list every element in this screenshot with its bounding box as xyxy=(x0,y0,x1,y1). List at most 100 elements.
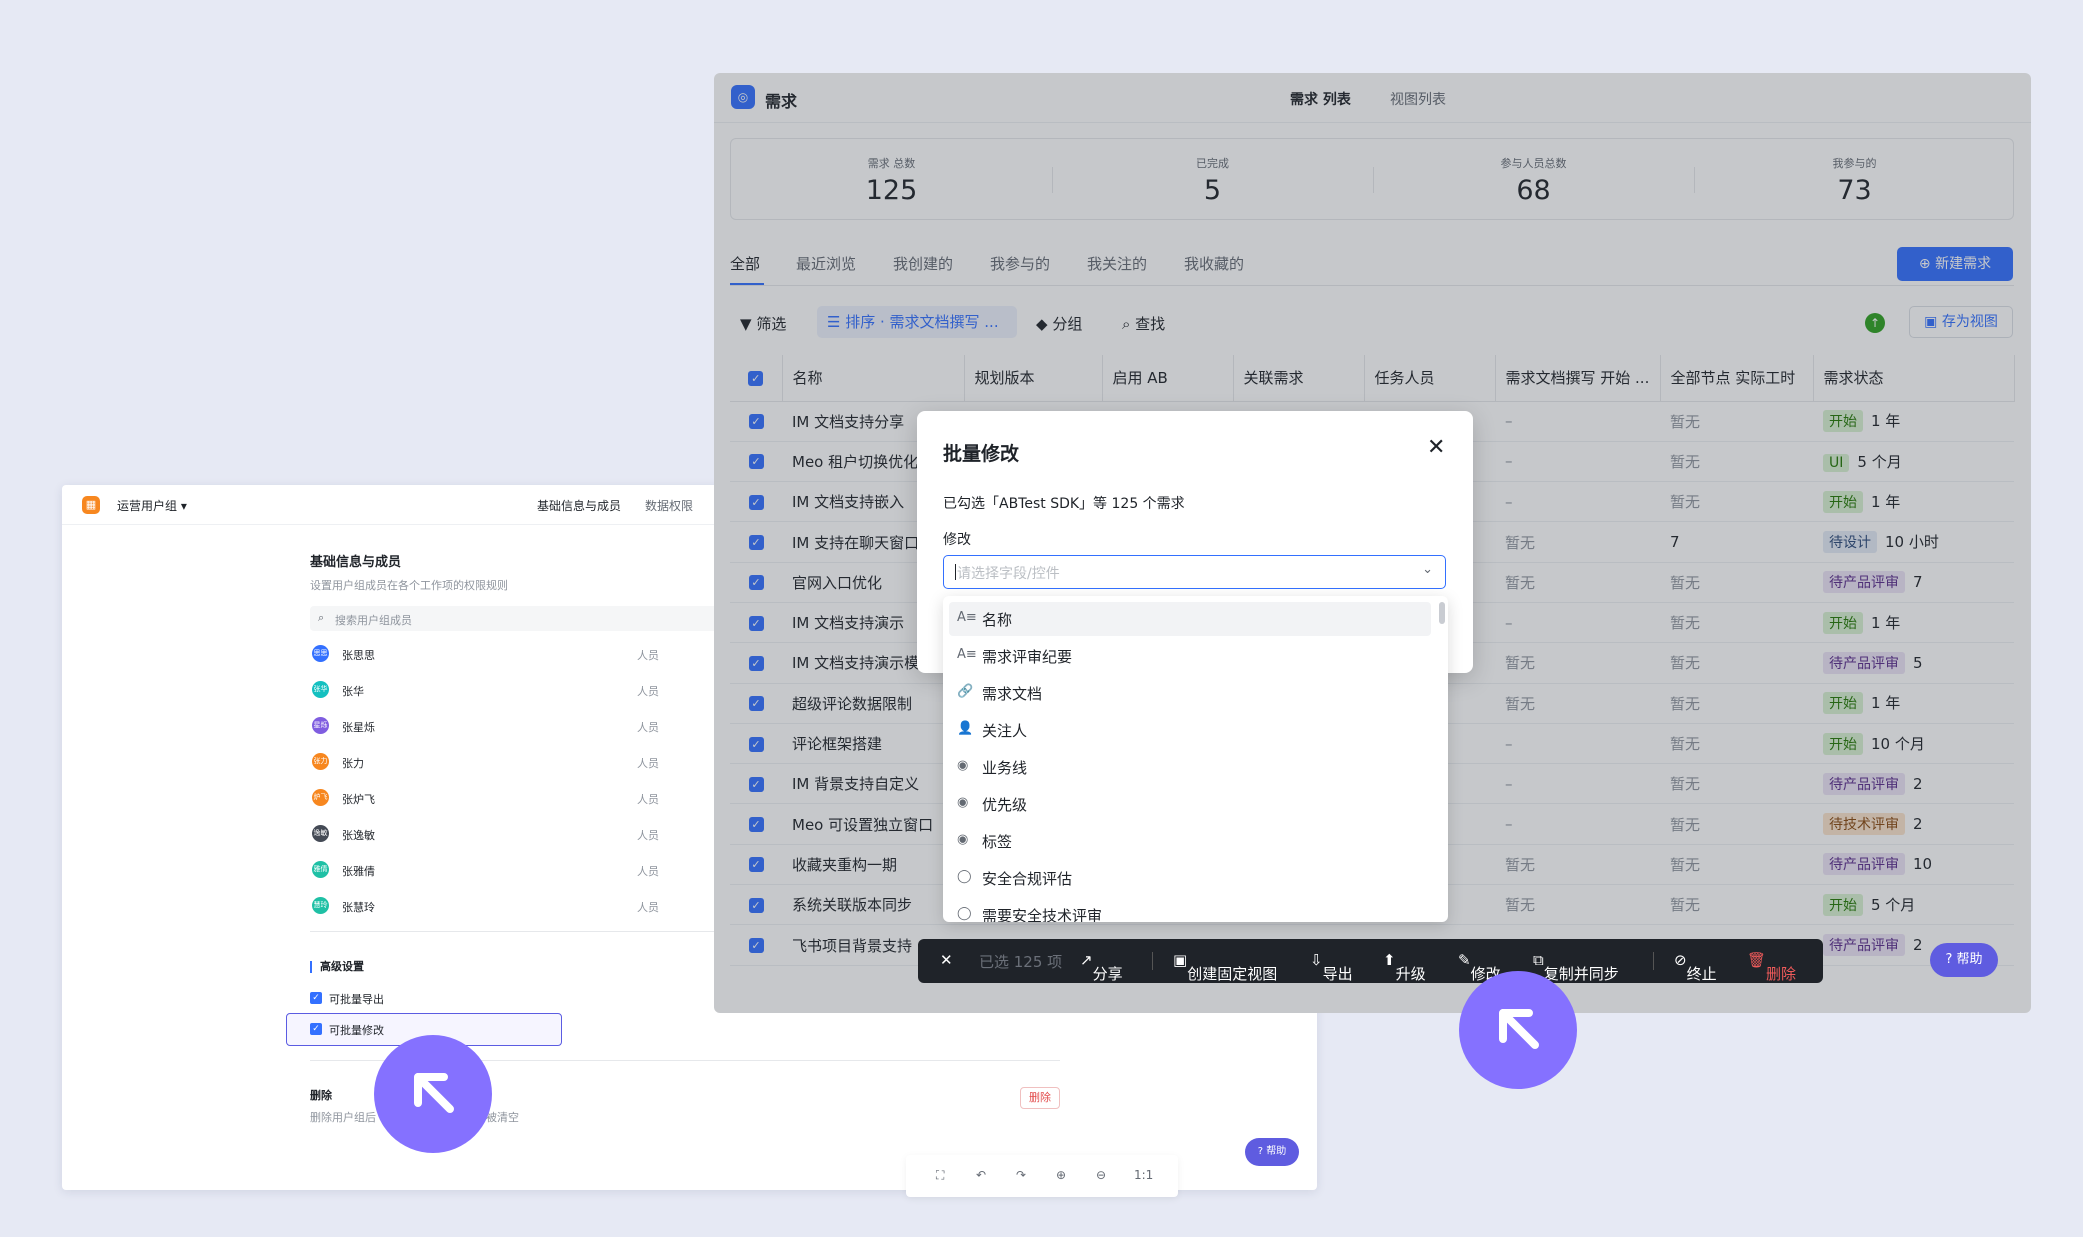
batch-modify-label: 可批量修改 xyxy=(329,1024,384,1037)
dropdown-option[interactable]: ◉ 优先级 xyxy=(949,787,1431,821)
dropdown-option[interactable]: ◉ 标签 xyxy=(949,824,1431,858)
zoom-in-icon[interactable]: ⊕ xyxy=(1056,1168,1066,1182)
dialog-title: 批量修改 xyxy=(943,443,1020,465)
selected-summary: 已勾选「ABTest SDK」等 125 个需求 xyxy=(943,496,1185,512)
delete-desc-start: 删除用户组后 xyxy=(310,1111,376,1124)
option-label: 需求评审纪要 xyxy=(982,648,1073,666)
zoom-out-icon[interactable]: ⊖ xyxy=(1096,1168,1106,1182)
member-name: 张华 xyxy=(342,685,364,698)
field-dropdown: A≡ 名称 A≡ 需求评审纪要 🔗 需求文档 👤 关注人 ◉ 业务线 ◉ 优先级 ◉ 标签 ◯ 安全合规评估 ◯… xyxy=(943,596,1448,922)
member-name: 张雅倩 xyxy=(342,865,375,878)
copy-sync-button[interactable]: ⧉ 复制并同步 xyxy=(1533,951,1619,983)
avatar: 慧玲 xyxy=(312,897,329,914)
terminate-button[interactable]: ⊘ 终止 xyxy=(1674,951,1717,983)
redo-icon[interactable]: ↷ xyxy=(1016,1168,1026,1182)
share-button[interactable]: ↗ 分享 xyxy=(1080,951,1123,983)
member-role: 人员 xyxy=(637,685,659,698)
member-name: 张思思 xyxy=(342,649,375,662)
section-title: 基础信息与成员 xyxy=(310,555,402,570)
field-select-placeholder: 请选择字段/控件 xyxy=(957,566,1060,582)
checkbox-checked-icon[interactable]: ✓ xyxy=(310,1023,322,1035)
dropdown-option[interactable]: ◉ 业务线 xyxy=(949,750,1431,784)
upgrade-button[interactable]: ⬆ 升级 xyxy=(1383,951,1426,983)
create-fixed-view-button[interactable]: ▣ 创建固定视图 xyxy=(1173,951,1277,983)
group-logo-icon: ▦ xyxy=(82,496,100,514)
avatar: 张力 xyxy=(312,753,329,770)
dropdown-option[interactable]: ◯ 需要安全技术评审 xyxy=(949,898,1431,922)
user-icon: 👤 xyxy=(957,721,974,736)
member-name: 张逸敏 xyxy=(342,829,375,842)
field-label: 修改 xyxy=(943,532,971,548)
select-icon: ◉ xyxy=(957,795,969,810)
avatar: 逸敏 xyxy=(312,825,329,842)
arrow-icon xyxy=(1499,1009,1539,1049)
select-icon: ◉ xyxy=(957,758,969,773)
batch-export-label: 可批量导出 xyxy=(329,993,384,1006)
option-label: 名称 xyxy=(982,611,1013,629)
dropdown-option[interactable]: 👤 关注人 xyxy=(949,713,1431,747)
select-icon: ◉ xyxy=(957,832,969,847)
export-button[interactable]: ⇩ 导出 xyxy=(1310,951,1353,983)
text-icon: A≡ xyxy=(957,647,977,662)
link-icon: 🔗 xyxy=(957,684,974,699)
option-label: 需求文档 xyxy=(982,685,1043,703)
section-desc: 设置用户组成员在各个工作项的权限规则 xyxy=(310,579,508,592)
member-name: 张慧玲 xyxy=(342,901,375,914)
group-selector[interactable]: 运营用户组 ▾ xyxy=(117,497,187,514)
text-icon: A≡ xyxy=(957,610,977,625)
cursor-indicator xyxy=(374,1035,492,1153)
delete-section-title: 删除 xyxy=(310,1089,332,1102)
checkbox-checked-icon[interactable]: ✓ xyxy=(310,992,322,1004)
tab-basic-info[interactable]: 基础信息与成员 xyxy=(537,497,621,514)
dropdown-scrollbar[interactable] xyxy=(1439,602,1445,624)
option-label: 业务线 xyxy=(982,759,1028,777)
cursor-indicator xyxy=(1459,971,1577,1089)
dropdown-option[interactable]: A≡ 需求评审纪要 xyxy=(949,639,1431,673)
option-label: 标签 xyxy=(982,833,1013,851)
option-label: 关注人 xyxy=(982,722,1028,740)
member-role: 人员 xyxy=(637,901,659,914)
text-caret xyxy=(955,564,956,580)
batch-action-bar: ✕ 已选 125 项 ↗ 分享 ▣ 创建固定视图 ⇩ 导出 ⬆ 升级 ✎ 修改 … xyxy=(918,939,1823,983)
search-placeholder: 搜索用户组成员 xyxy=(335,614,412,627)
undo-icon[interactable]: ↶ xyxy=(976,1168,986,1182)
avatar: 炉飞 xyxy=(312,789,329,806)
member-role: 人员 xyxy=(637,721,659,734)
help-button[interactable]: ? 帮助 xyxy=(1245,1138,1299,1166)
close-icon[interactable]: ✕ xyxy=(1427,435,1445,460)
member-name: 张星烁 xyxy=(342,721,375,734)
member-role: 人员 xyxy=(637,649,659,662)
avatar: 雅倩 xyxy=(312,861,329,878)
option-label: 需要安全技术评审 xyxy=(982,907,1103,922)
member-role: 人员 xyxy=(637,757,659,770)
radio-icon: ◯ xyxy=(957,869,972,884)
member-role: 人员 xyxy=(637,829,659,842)
member-role: 人员 xyxy=(637,865,659,878)
member-role: 人员 xyxy=(637,793,659,806)
fullscreen-icon[interactable]: ⛶ xyxy=(936,1168,944,1183)
zoom-ratio[interactable]: 1:1 xyxy=(1134,1168,1153,1182)
avatar: 思思 xyxy=(312,645,329,662)
dropdown-option[interactable]: ◯ 安全合规评估 xyxy=(949,861,1431,895)
search-icon: ⌕ xyxy=(318,611,325,624)
radio-icon: ◯ xyxy=(957,906,972,921)
member-name: 张炉飞 xyxy=(342,793,375,806)
option-label: 安全合规评估 xyxy=(982,870,1073,888)
dropdown-option[interactable]: A≡ 名称 xyxy=(949,602,1431,636)
arrow-icon xyxy=(414,1073,454,1113)
dropdown-option[interactable]: 🔗 需求文档 xyxy=(949,676,1431,710)
avatar: 张华 xyxy=(312,681,329,698)
option-label: 优先级 xyxy=(982,796,1028,814)
avatar: 星烁 xyxy=(312,717,329,734)
chevron-down-icon[interactable]: ⌄ xyxy=(1422,562,1433,577)
delete-group-button[interactable]: 删除 xyxy=(1020,1087,1060,1109)
delete-button[interactable]: 🗑 删除 xyxy=(1747,951,1796,983)
member-name: 张力 xyxy=(342,757,364,770)
close-icon[interactable]: ✕ xyxy=(940,951,953,969)
field-select-input[interactable]: 请选择字段/控件 ⌄ xyxy=(943,555,1446,589)
selected-count: 已选 125 项 xyxy=(979,953,1063,971)
modify-button[interactable]: ✎ 修改 xyxy=(1458,951,1501,983)
help-button[interactable]: ? 帮助 xyxy=(1930,943,1998,977)
zoom-toolbar: ⛶ ↶ ↷ ⊕ ⊖ 1:1 xyxy=(906,1155,1178,1197)
tab-data-permission[interactable]: 数据权限 xyxy=(645,497,693,514)
